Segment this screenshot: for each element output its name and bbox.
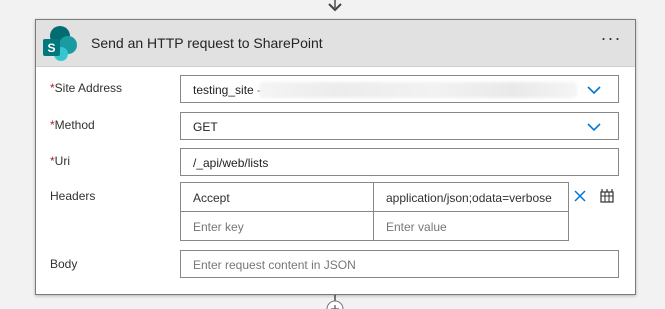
- site-address-dropdown[interactable]: testing_site -: [180, 75, 619, 103]
- header-key-value: Accept: [193, 191, 230, 205]
- body-placeholder: Enter request content in JSON: [193, 258, 356, 272]
- sharepoint-logo: S: [43, 26, 77, 61]
- new-header-value-input[interactable]: Enter value: [374, 212, 568, 241]
- chevron-down-icon[interactable]: [586, 84, 602, 96]
- action-card-header[interactable]: S Send an HTTP request to SharePoint ···: [36, 20, 635, 67]
- site-address-value: testing_site -: [193, 83, 262, 97]
- header-value-input[interactable]: application/json;odata=verbose: [374, 183, 568, 212]
- method-label: *Method: [50, 118, 95, 132]
- add-step-icon[interactable]: [326, 300, 344, 309]
- uri-label-text: Uri: [54, 154, 70, 168]
- key-placeholder: Enter key: [193, 220, 244, 234]
- new-header-key-input[interactable]: Enter key: [181, 212, 374, 241]
- table-toggle-icon[interactable]: [599, 188, 615, 204]
- uri-input[interactable]: /_api/web/lists: [180, 148, 619, 176]
- uri-value: /_api/web/lists: [193, 156, 269, 170]
- close-icon[interactable]: [573, 189, 587, 203]
- flow-arrow-icon: [328, 3, 342, 12]
- action-card: S Send an HTTP request to SharePoint ···…: [35, 19, 636, 295]
- body-input[interactable]: Enter request content in JSON: [180, 250, 619, 278]
- sharepoint-logo-letter: S: [47, 41, 55, 55]
- redacted-site-url: [259, 82, 577, 98]
- method-dropdown[interactable]: GET: [180, 112, 619, 140]
- method-value: GET: [193, 120, 218, 134]
- method-label-text: Method: [54, 118, 95, 132]
- chevron-down-icon[interactable]: [586, 121, 602, 133]
- headers-label: Headers: [50, 189, 96, 203]
- action-title: Send an HTTP request to SharePoint: [91, 35, 323, 51]
- site-address-label: *Site Address: [50, 81, 122, 95]
- headers-table: Accept application/json;odata=verbose En…: [180, 182, 569, 241]
- site-address-label-text: Site Address: [54, 81, 123, 95]
- more-options-button[interactable]: ···: [596, 29, 626, 55]
- uri-label: *Uri: [50, 154, 70, 168]
- header-value-value: application/json;odata=verbose: [386, 191, 552, 205]
- body-label: Body: [50, 257, 78, 271]
- value-placeholder: Enter value: [386, 220, 447, 234]
- header-key-input[interactable]: Accept: [181, 183, 374, 212]
